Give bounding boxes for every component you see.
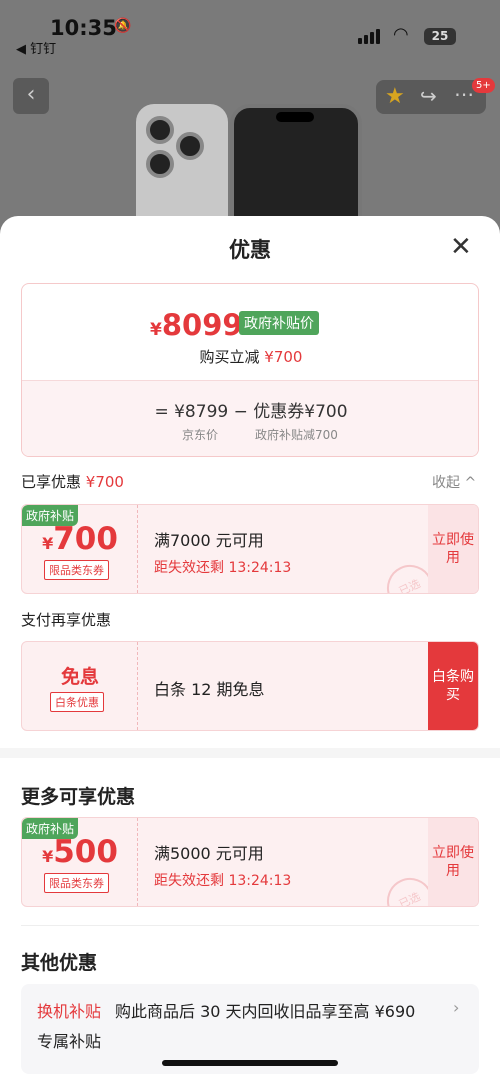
camera-lens-icon <box>146 150 174 178</box>
camera-lens-icon <box>176 132 204 160</box>
jd-price-label: 京东价 <box>182 428 219 442</box>
coupon-type-tag: 限品类东券 <box>44 560 109 580</box>
baitiao-tag: 白条优惠 <box>50 692 104 712</box>
collapse-button[interactable]: 收起 ^ <box>432 472 476 492</box>
baitiao-card: 免息 白条优惠 白条 12 期免息 白条购买 <box>21 641 479 731</box>
back-button[interactable]: ‹ <box>13 78 49 114</box>
section-gap <box>0 748 500 758</box>
gov-reduce-label: 政府补贴减700 <box>255 428 338 442</box>
chevron-right-icon: › <box>453 998 460 1017</box>
pay-section-label: 支付再享优惠 <box>21 611 112 629</box>
trade-in-desc: 购此商品后 30 天内回收旧品享至高 ¥690 <box>115 1002 416 1021</box>
baitiao-text: 白条 12 期免息 <box>154 680 265 699</box>
coupon-amount-value: 500 <box>53 834 118 870</box>
baitiao-buy-button[interactable]: 白条购买 <box>428 642 478 730</box>
favorite-star-icon[interactable]: ★ <box>385 84 405 109</box>
coupon-condition: 满5000 元可用 <box>154 844 264 863</box>
paycard-left: 免息 白条优惠 <box>22 642 138 730</box>
share-icon[interactable]: ↪ <box>420 84 437 108</box>
final-price-value: 8099 <box>161 308 243 342</box>
signal-icon <box>358 28 384 44</box>
other-offers-title: 其他优惠 <box>21 952 98 974</box>
coupon-type-tag: 限品类东券 <box>44 873 109 893</box>
coupon-left: 政府补贴 ¥700 限品类东券 <box>22 505 138 593</box>
status-bar: 10:35 🔕 ◀ 钉钉 ◠ 25 <box>0 0 500 60</box>
more-icon[interactable]: ⋯ <box>454 82 474 106</box>
use-now-button[interactable]: 立即使用 <box>428 818 478 906</box>
coupon-left: 政府补贴 ¥500 限品类东券 <box>22 818 138 906</box>
coupon-expiry: 距失效还剩 13:24:13 <box>154 873 292 889</box>
camera-lens-icon <box>146 116 174 144</box>
divider <box>21 925 479 926</box>
coupon-amount: ¥700 <box>22 521 138 557</box>
coupon-expiry: 距失效还剩 13:24:13 <box>154 560 292 576</box>
final-price: ¥8099 <box>150 308 243 342</box>
coupon-card: 政府补贴 ¥500 限品类东券 满5000 元可用 距失效还剩 13:24:13… <box>21 817 479 907</box>
discount-line: 购买立减 ¥700 <box>22 346 478 367</box>
coupon-condition: 满7000 元可用 <box>154 531 264 550</box>
home-indicator <box>162 1060 338 1066</box>
phone-notch <box>276 112 314 122</box>
more-offers-title: 更多可享优惠 <box>21 786 136 808</box>
sheet-title: 优惠 <box>229 238 271 262</box>
coupon-currency: ¥ <box>42 534 54 553</box>
coupon-amount-value: 700 <box>53 521 118 557</box>
use-now-button[interactable]: 立即使用 <box>428 505 478 593</box>
discount-value: ¥700 <box>264 348 303 366</box>
interest-free-title: 免息 <box>60 666 99 688</box>
enjoyed-value: ¥700 <box>85 473 124 491</box>
coupon-amount: ¥500 <box>22 834 138 870</box>
price-summary-card: ¥8099 政府补贴价 购买立减 ¥700 = ¥8799 − 优惠券¥700 … <box>21 283 479 457</box>
back-to-app-link[interactable]: ◀ 钉钉 <box>16 38 56 57</box>
bell-mute-icon: 🔕 <box>114 18 132 34</box>
price-breakdown: = ¥8799 − 优惠券¥700 京东价 政府补贴减700 <box>22 380 478 456</box>
wifi-icon: ◠ <box>393 24 409 45</box>
enjoyed-label: 已享优惠 <box>21 473 82 491</box>
enjoyed-section-label: 已享优惠 ¥700 <box>21 471 124 492</box>
message-badge: 5+ <box>472 78 495 93</box>
coupon-card: 政府补贴 ¥700 限品类东券 满7000 元可用 距失效还剩 13:24:13… <box>21 504 479 594</box>
discount-sheet: 优惠 ✕ ¥8099 政府补贴价 购买立减 ¥700 = ¥8799 − 优惠券… <box>0 216 500 1083</box>
coupon-currency: ¥ <box>42 847 54 866</box>
close-icon[interactable]: ✕ <box>450 232 472 262</box>
trade-in-desc-2: 专属补贴 <box>37 1032 102 1051</box>
gov-subsidy-price-tag: 政府补贴价 <box>239 311 319 335</box>
status-time: 10:35 <box>50 16 117 40</box>
currency-symbol: ¥ <box>150 320 162 340</box>
battery-icon: 25 <box>424 28 456 45</box>
trade-in-tag: 换机补贴 <box>37 1002 102 1021</box>
price-equation: = ¥8799 − 优惠券¥700 <box>154 402 348 422</box>
discount-label: 购买立减 <box>199 348 260 366</box>
